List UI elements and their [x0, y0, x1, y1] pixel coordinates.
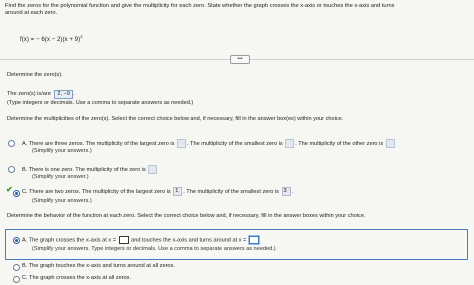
part3-option-a-text-a: The graph crosses the x-axis at x =: [28, 237, 116, 244]
part3-option-c[interactable]: C. The graph crosses the x-axis at all z…: [22, 275, 131, 282]
part2-option-a-text-a: There are three zeros. The multiplicity …: [28, 140, 175, 147]
part2-option-a-letter: A.: [22, 140, 28, 147]
part2-option-c-sub: (Simplify your answers.): [32, 198, 92, 204]
part3-option-a-box: [5, 229, 468, 260]
question-line-2: around at each zero.: [5, 10, 58, 17]
part2-option-a-text-c: . The multiplicity of the other zero is: [295, 140, 384, 147]
part2-option-c-letter: C.: [22, 188, 28, 195]
largest-zero-multiplicity-input[interactable]: [177, 139, 187, 148]
part3-option-c-text: The graph crosses the x-axis at all zero…: [29, 275, 132, 281]
part1-answer-label: The zero(s) is/are: [7, 91, 51, 97]
equation-main: f(x) = − 6(x − 2)(x + 9): [20, 36, 81, 44]
question-line-1: Find the zeros for the polynomial functi…: [5, 3, 395, 9]
correct-check-icon: ✔: [6, 185, 13, 194]
part1-hint: (Type integers or decimals. Use a comma …: [7, 100, 194, 106]
part3-option-b-radio[interactable]: [13, 264, 20, 271]
part2-option-c-radio[interactable]: [13, 190, 20, 197]
zeros-input[interactable]: 2, −9: [54, 90, 74, 99]
part2-option-b-letter: B.: [22, 166, 28, 173]
part2-option-a-radio[interactable]: [8, 140, 15, 147]
part2-option-b[interactable]: B. There is one zero. The multiplicity o…: [22, 165, 158, 174]
part3-option-a[interactable]: A. The graph crosses the x-axis at x = a…: [22, 236, 260, 244]
smallest-zero-multiplicity-input[interactable]: [285, 139, 295, 148]
touches-x-input[interactable]: [248, 236, 259, 244]
part2-option-a-sub: (Simplify your answers.): [32, 148, 92, 154]
part3-option-c-letter: C.: [22, 275, 28, 281]
part3-option-b-text: The graph touches the x-axis and turns a…: [28, 263, 175, 269]
part1-answer-row: The zero(s) is/are 2, −9.: [7, 90, 75, 99]
part2-option-b-text-a: There is one zero. The multiplicity of t…: [28, 166, 146, 173]
single-zero-multiplicity-input[interactable]: [148, 165, 158, 174]
part2-option-a[interactable]: A. There are three zeros. The multiplici…: [22, 139, 396, 148]
part2-option-c-text-a: There are two zeros. The multiplicity of…: [29, 188, 171, 195]
part3-option-a-text-b: and touches the x-axis and turns around …: [131, 237, 247, 244]
smallest-zero-multiplicity-value[interactable]: 3: [281, 187, 291, 196]
part3-option-a-radio[interactable]: [13, 237, 20, 244]
crosses-x-input[interactable]: [118, 236, 129, 244]
part3-option-b-letter: B.: [22, 263, 28, 269]
more-button[interactable]: •••: [230, 55, 250, 64]
question-text: Find the zeros for the polynomial functi…: [5, 3, 470, 18]
part3-option-b[interactable]: B. The graph touches the x-axis and turn…: [22, 263, 175, 270]
part1-prompt: Determine the zero(s).: [7, 72, 63, 78]
part2-option-c-text-b: . The multiplicity of the smallest zero …: [183, 188, 279, 195]
largest-zero-multiplicity-value[interactable]: 1: [173, 187, 183, 196]
equation-exponent: 3: [80, 34, 83, 39]
part3-option-a-sub: (Simplify your answers. Type integers or…: [32, 246, 276, 252]
part2-option-b-sub: (Simplify your answer.): [32, 174, 89, 180]
part3-prompt: Determine the behavior of the function a…: [7, 213, 366, 219]
part2-option-c[interactable]: C. There are two zeros. The multiplicity…: [22, 187, 293, 196]
part2-option-b-radio[interactable]: [8, 166, 15, 173]
function-equation: f(x) = − 6(x − 2)(x + 9)3: [20, 34, 82, 44]
part3-option-c-radio[interactable]: [13, 276, 20, 283]
part3-option-a-letter: A.: [22, 237, 28, 244]
part2-option-a-text-b: . The multiplicity of the smallest zero …: [187, 140, 283, 147]
part2-prompt: Determine the multiplicities of the zero…: [7, 116, 344, 122]
other-zero-multiplicity-input[interactable]: [385, 139, 395, 148]
